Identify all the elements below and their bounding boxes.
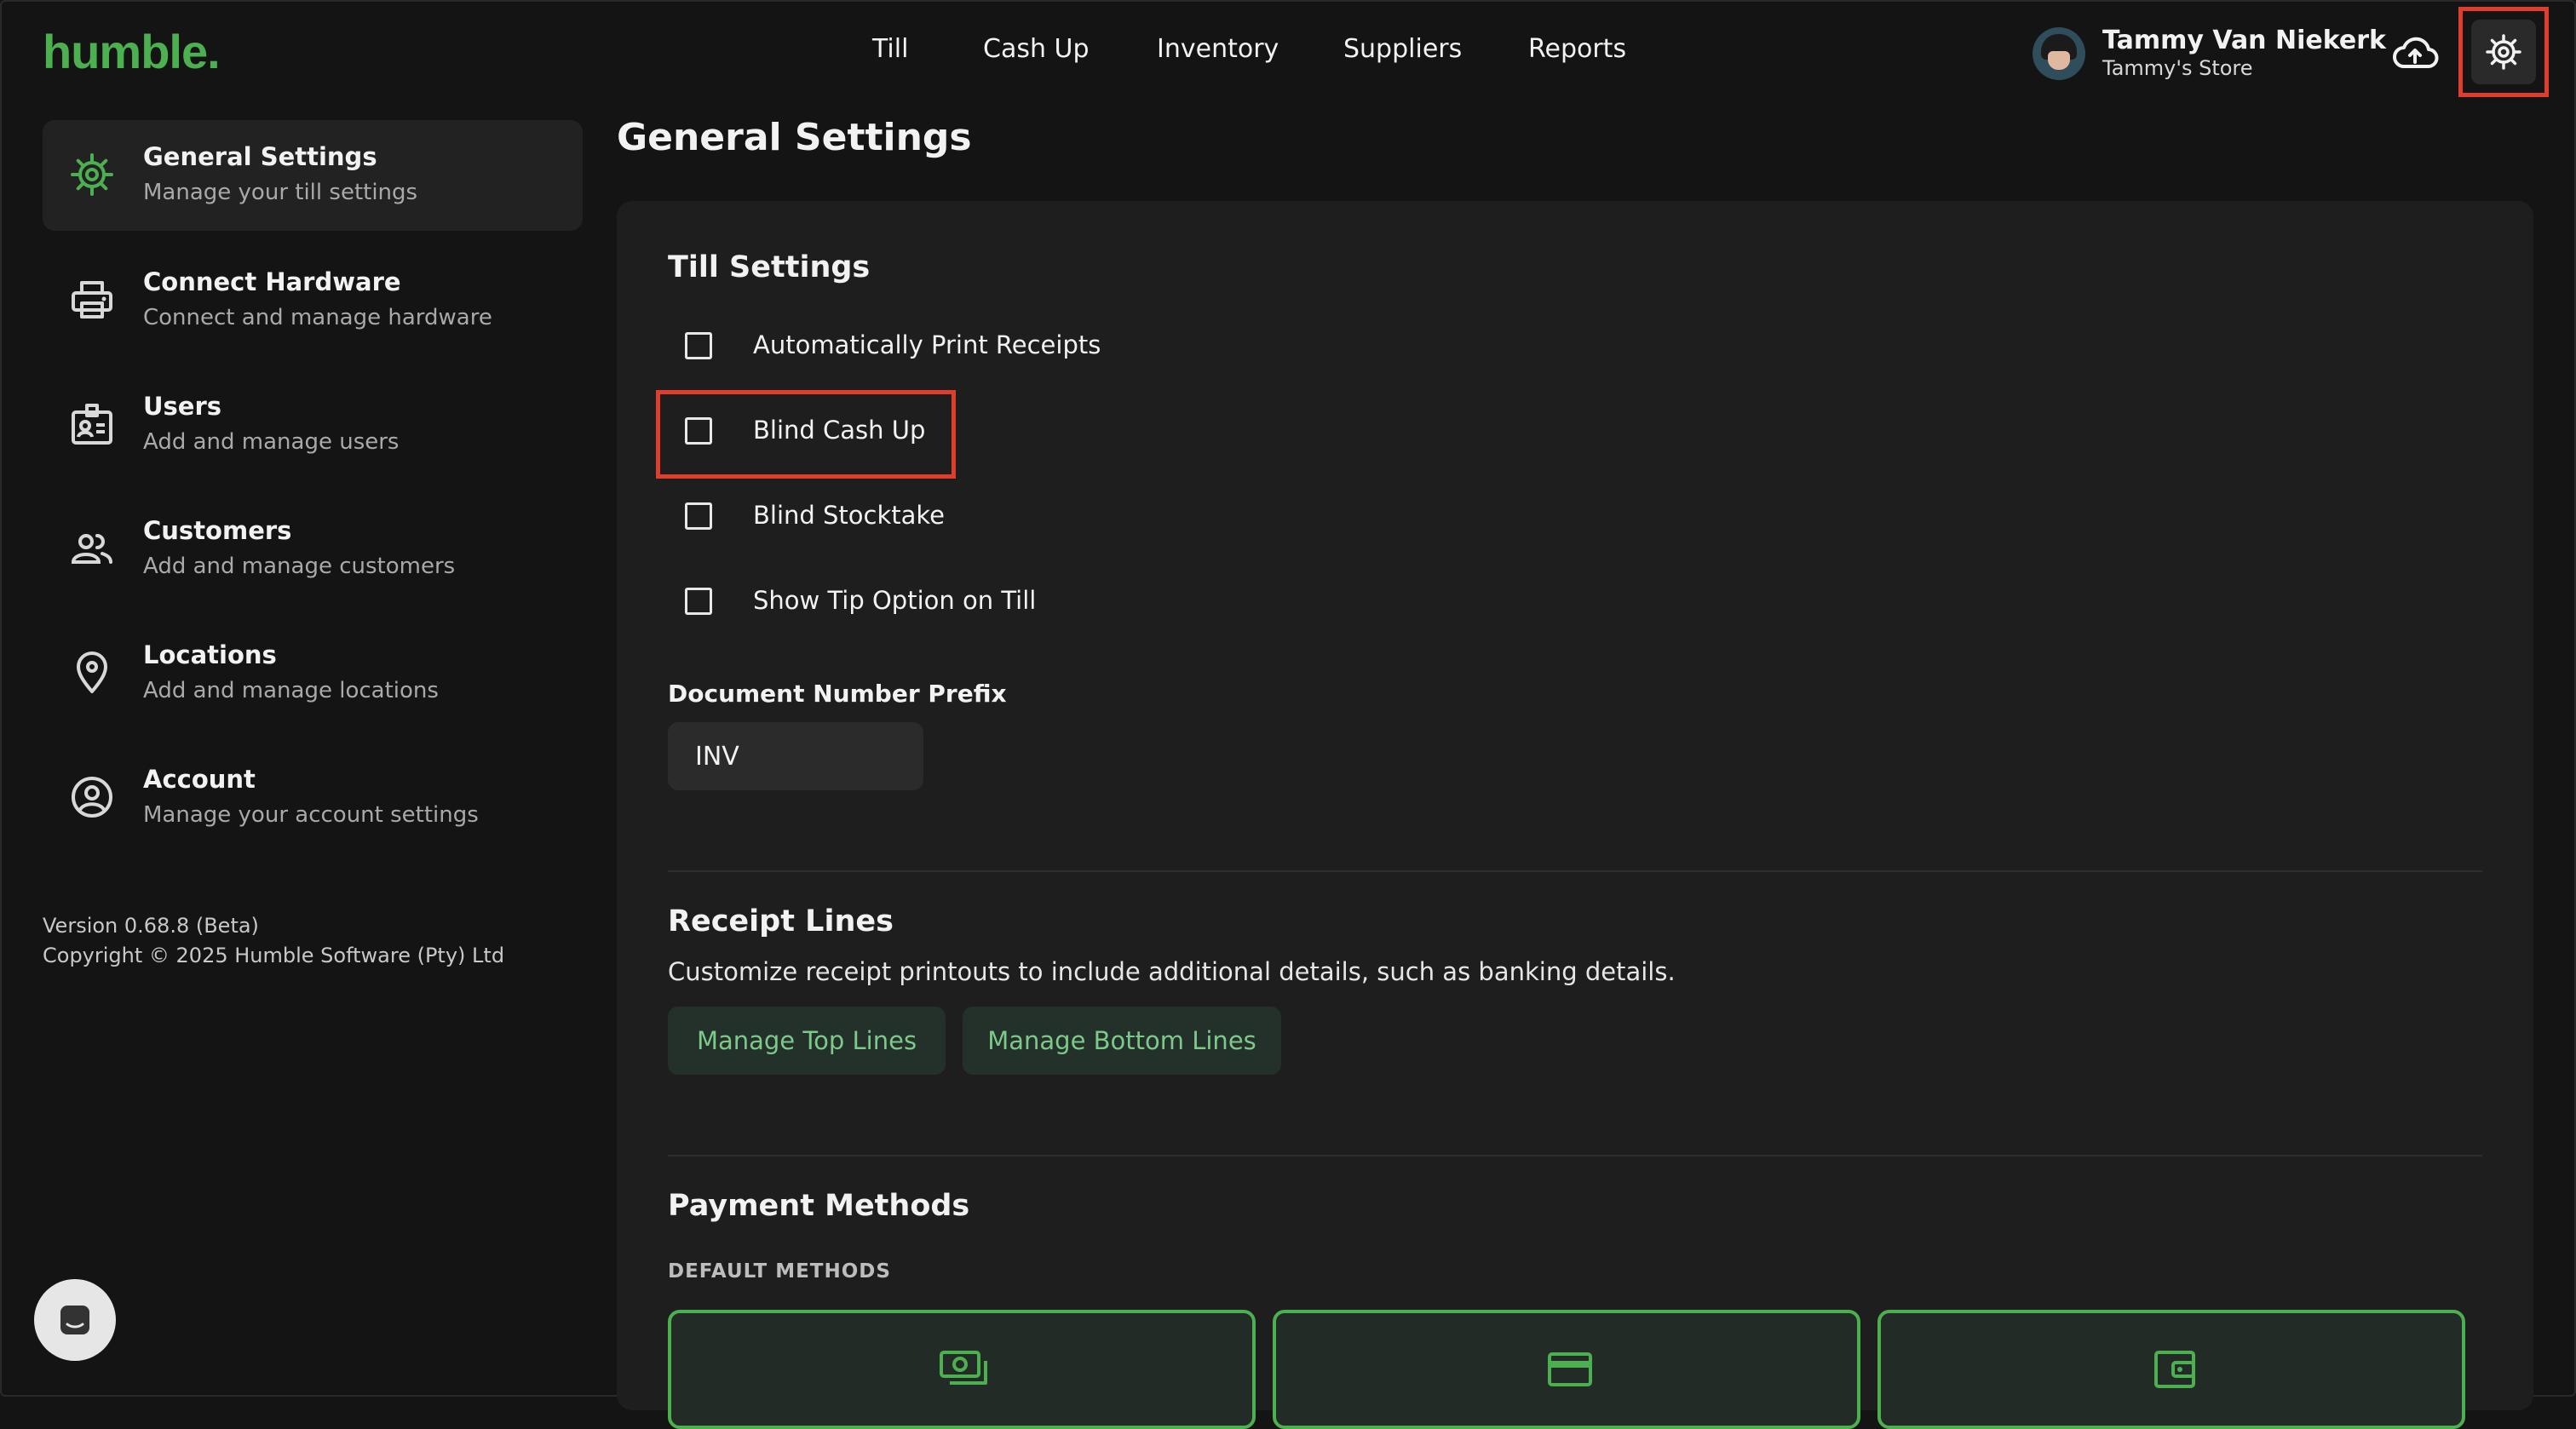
checkbox-label: Blind Stocktake bbox=[753, 501, 946, 530]
sidebar-item-subtitle: Connect and manage hardware bbox=[143, 305, 492, 330]
checkbox-label: Blind Cash Up bbox=[753, 416, 926, 445]
cloud-upload-button[interactable] bbox=[2390, 32, 2440, 75]
sidebar-item-users[interactable]: Users Add and manage users bbox=[43, 370, 583, 480]
sidebar-item-title: Locations bbox=[143, 640, 277, 669]
sidebar-item-customers[interactable]: Customers Add and manage customers bbox=[43, 494, 583, 605]
document-number-prefix-input[interactable] bbox=[668, 722, 923, 790]
sidebar-item-subtitle: Add and manage customers bbox=[143, 554, 456, 579]
default-methods-caption: DEFAULT METHODS bbox=[668, 1260, 891, 1283]
payment-method-wallet-card[interactable] bbox=[1877, 1310, 2465, 1429]
sidebar-item-title: Users bbox=[143, 392, 222, 421]
sidebar-item-subtitle: Add and manage users bbox=[143, 429, 400, 455]
chat-icon bbox=[60, 1306, 89, 1334]
nav-cash-up[interactable]: Cash Up bbox=[983, 34, 1090, 64]
manage-bottom-lines-button[interactable]: Manage Bottom Lines bbox=[963, 1007, 1281, 1075]
nav-suppliers[interactable]: Suppliers bbox=[1343, 34, 1462, 64]
version-text: Version 0.68.8 (Beta) bbox=[43, 914, 259, 938]
user-name: Tammy Van Niekerk bbox=[2102, 26, 2386, 55]
card-icon bbox=[1548, 1352, 1592, 1386]
location-pin-icon bbox=[77, 651, 107, 693]
receipt-lines-description: Customize receipt printouts to include a… bbox=[668, 957, 1676, 986]
nav-reports[interactable]: Reports bbox=[1528, 34, 1626, 64]
sidebar-item-title: General Settings bbox=[143, 142, 377, 171]
receipt-lines-title: Receipt Lines bbox=[668, 904, 894, 938]
checkbox-label: Show Tip Option on Till bbox=[753, 586, 1037, 615]
checkbox[interactable] bbox=[685, 502, 712, 530]
version-info: Version 0.68.8 (Beta) Copyright © 2025 H… bbox=[43, 911, 504, 971]
cash-icon bbox=[940, 1351, 987, 1385]
top-bar: humble. Till Cash Up Inventory Suppliers… bbox=[0, 0, 2576, 111]
user-store: Tammy's Store bbox=[2102, 56, 2253, 80]
payment-methods-title: Payment Methods bbox=[668, 1189, 970, 1223]
sidebar-item-connect-hardware[interactable]: Connect Hardware Connect and manage hard… bbox=[43, 245, 583, 356]
gear-icon bbox=[71, 153, 113, 196]
gear-icon bbox=[2486, 34, 2521, 70]
nav-till[interactable]: Till bbox=[872, 34, 908, 64]
people-icon bbox=[71, 534, 112, 564]
sidebar-item-locations[interactable]: Locations Add and manage locations bbox=[43, 618, 583, 729]
divider bbox=[668, 870, 2482, 872]
till-settings-title: Till Settings bbox=[668, 250, 871, 284]
sidebar-item-title: Connect Hardware bbox=[143, 267, 401, 296]
account-circle-icon bbox=[72, 777, 112, 818]
sidebar-item-subtitle: Add and manage locations bbox=[143, 678, 439, 703]
chat-button[interactable] bbox=[34, 1279, 116, 1361]
wallet-icon bbox=[2154, 1351, 2195, 1388]
payment-method-card-card[interactable] bbox=[1273, 1310, 1860, 1429]
checkbox[interactable] bbox=[685, 332, 712, 359]
printer-icon bbox=[72, 281, 112, 319]
nav-inventory[interactable]: Inventory bbox=[1157, 34, 1279, 64]
sidebar-item-title: Customers bbox=[143, 516, 292, 545]
manage-top-lines-button[interactable]: Manage Top Lines bbox=[668, 1007, 946, 1075]
sidebar-item-subtitle: Manage your till settings bbox=[143, 180, 418, 205]
divider bbox=[668, 1155, 2482, 1156]
settings-button[interactable] bbox=[2458, 7, 2549, 97]
payment-method-cash-card[interactable] bbox=[668, 1310, 1256, 1429]
checkbox-label: Automatically Print Receipts bbox=[753, 330, 1101, 359]
sidebar-item-title: Account bbox=[143, 765, 256, 794]
badge-icon bbox=[72, 404, 112, 445]
avatar bbox=[2033, 27, 2085, 80]
sidebar-item-general-settings[interactable]: General Settings Manage your till settin… bbox=[43, 120, 583, 231]
page-title: General Settings bbox=[617, 116, 972, 159]
checkbox[interactable] bbox=[685, 417, 712, 445]
cloud-upload-icon bbox=[2393, 37, 2439, 68]
settings-panel: Till Settings Automatically Print Receip… bbox=[617, 201, 2533, 1429]
sidebar-item-subtitle: Manage your account settings bbox=[143, 802, 479, 828]
document-number-prefix-label: Document Number Prefix bbox=[668, 680, 1007, 708]
checkbox[interactable] bbox=[685, 588, 712, 615]
copyright-text: Copyright © 2025 Humble Software (Pty) L… bbox=[43, 944, 505, 967]
sidebar-item-account[interactable]: Account Manage your account settings bbox=[43, 743, 583, 853]
